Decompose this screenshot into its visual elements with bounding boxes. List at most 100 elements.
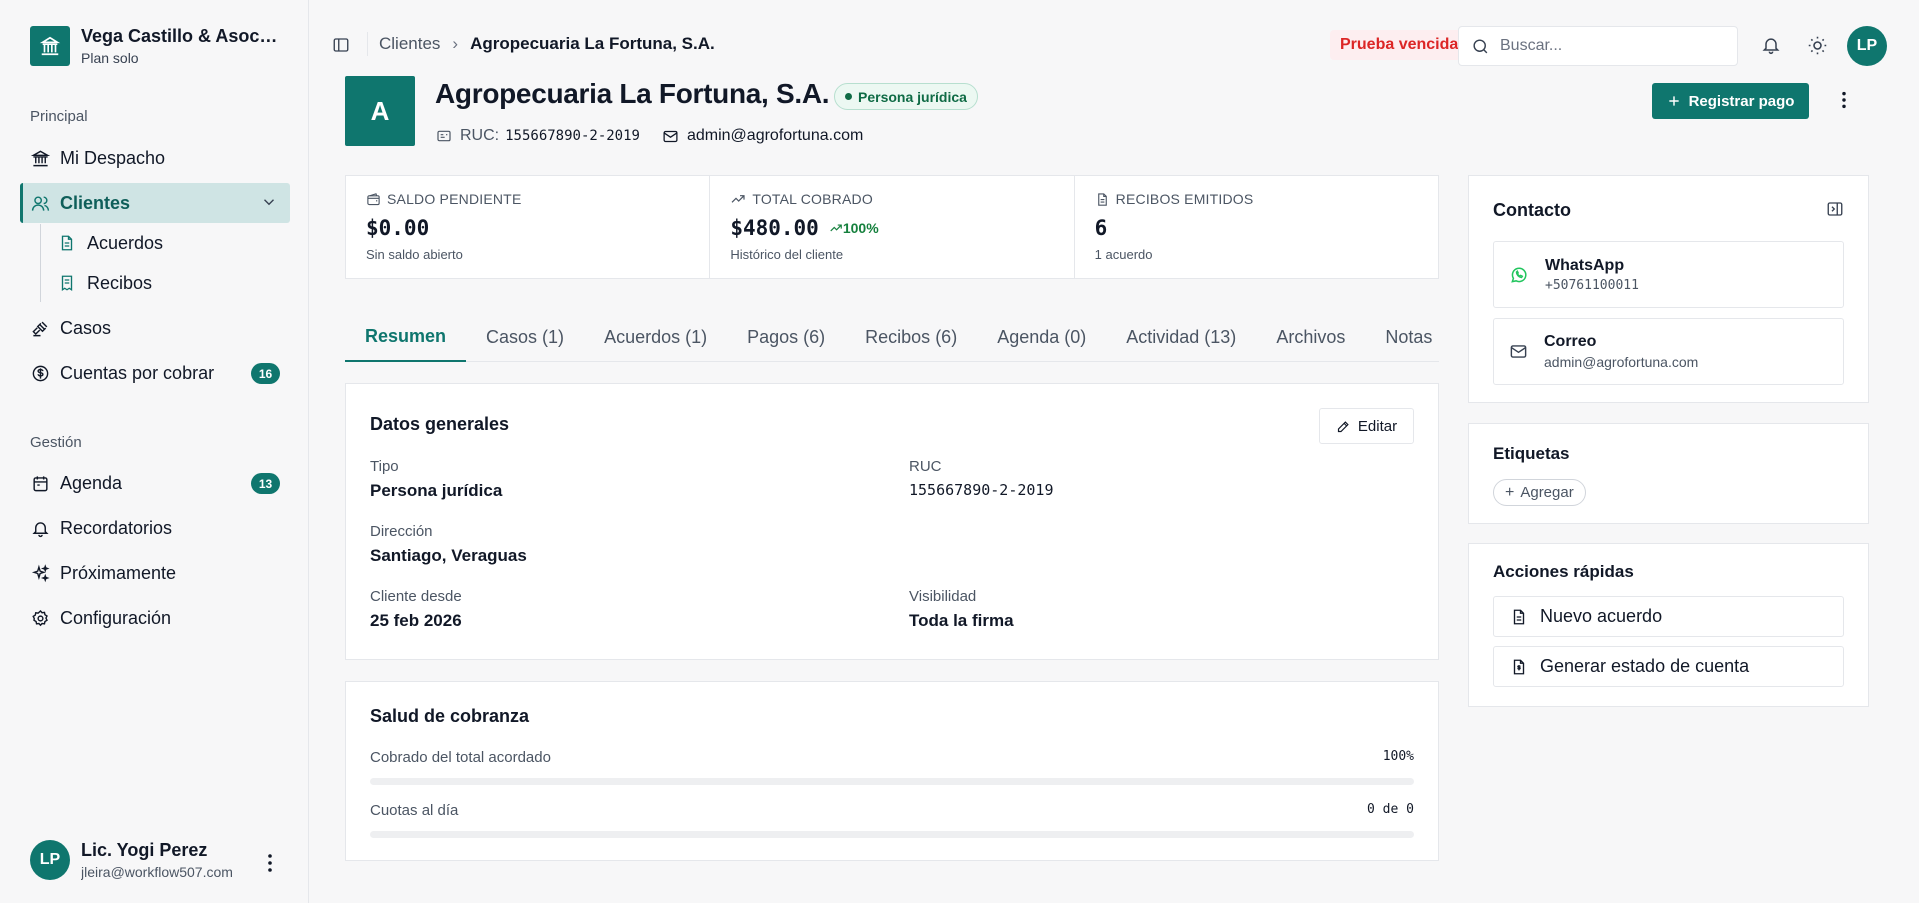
- trial-expired-badge[interactable]: Prueba vencida: [1330, 30, 1469, 60]
- user-profile[interactable]: LP Lic. Yogi Perez jleira@workflow507.co…: [30, 840, 251, 880]
- pencil-icon: [1337, 420, 1349, 432]
- plus-icon: +: [1505, 483, 1515, 501]
- mail-icon: [662, 128, 679, 145]
- progress-track: [370, 778, 1414, 785]
- workspace-plan: Plan solo: [81, 50, 139, 66]
- field-value: 25 feb 2026: [370, 611, 462, 630]
- stat-saldo-pendiente: Saldo pendiente $0.00 Sin saldo abierto: [346, 176, 711, 278]
- stat-sub: 1 acuerdo: [1094, 247, 1153, 262]
- sidebar-item-casos[interactable]: Casos: [20, 308, 290, 348]
- collection-health-card: Salud de cobranza Cobrado del total acor…: [345, 681, 1439, 861]
- sidebar-item-proximamente[interactable]: Próximamente: [20, 553, 290, 593]
- button-label: Agregar: [1520, 484, 1574, 501]
- plus-icon: [1667, 94, 1681, 108]
- card-title: Etiquetas: [1493, 444, 1570, 463]
- chevron-down-icon[interactable]: [260, 193, 278, 211]
- quick-actions-card: Acciones rápidas Nuevo acuerdo Generar e…: [1468, 543, 1869, 707]
- tab-resumen[interactable]: Resumen: [345, 312, 467, 362]
- field-ruc: RUC 155667890-2-2019: [909, 458, 1054, 499]
- document-icon: [1513, 609, 1525, 624]
- progress-value: 100%: [1382, 749, 1414, 764]
- panel-collapse-icon[interactable]: [1826, 200, 1844, 218]
- progress-fill: [370, 778, 1414, 785]
- sidebar-item-label: Mi Despacho: [60, 147, 166, 168]
- sidebar-toggle-icon[interactable]: [332, 36, 350, 54]
- edit-button[interactable]: Editar: [1319, 408, 1414, 444]
- page-title: Agropecuaria La Fortuna, S.A.: [435, 78, 830, 109]
- field-label: Visibilidad: [909, 588, 977, 605]
- stat-value: $0.00: [366, 216, 430, 240]
- contact-email[interactable]: Correo admin@agrofortuna.com: [1493, 318, 1844, 385]
- breadcrumb-current: Agropecuaria La Fortuna, S.A.: [470, 34, 715, 53]
- client-type-badge: Persona jurídica: [834, 83, 978, 110]
- sidebar-item-label: Recordatorios: [60, 517, 173, 538]
- file-dollar-icon: [1513, 659, 1525, 674]
- submenu-guide: [40, 224, 41, 302]
- id-card-icon: [436, 128, 452, 144]
- tab-recibos[interactable]: Recibos (6): [845, 312, 977, 362]
- search-icon: [1471, 37, 1490, 56]
- sidebar-item-mi-despacho[interactable]: Mi Despacho: [20, 138, 290, 178]
- tags-card: Etiquetas + Agregar: [1468, 423, 1869, 524]
- tab-pagos[interactable]: Pagos (6): [727, 312, 845, 362]
- contact-value: admin@agrofortuna.com: [1544, 354, 1699, 370]
- sidebar-item-label: Próximamente: [60, 562, 177, 583]
- field-cliente-desde: Cliente desde 25 feb 2026: [370, 588, 462, 631]
- sidebar-item-agenda[interactable]: Agenda 13: [20, 463, 290, 503]
- users-icon: [30, 193, 50, 213]
- tab-acuerdos[interactable]: Acuerdos (1): [584, 312, 727, 362]
- tab-notas[interactable]: Notas: [1365, 312, 1452, 362]
- search-box[interactable]: [1458, 26, 1738, 66]
- breadcrumb-separator: ›: [452, 34, 459, 53]
- sidebar-item-label: Acuerdos: [87, 232, 164, 253]
- more-vertical-icon[interactable]: [258, 851, 282, 875]
- sidebar-item-cuentas-por-cobrar[interactable]: Cuentas por cobrar 16: [20, 353, 290, 393]
- ruc-value: 155667890-2-2019: [505, 128, 640, 144]
- sidebar-item-configuracion[interactable]: Configuración: [20, 598, 290, 638]
- nav-section-gestion: Gestión: [30, 434, 82, 451]
- progress-label: Cuotas al día: [370, 802, 459, 819]
- field-value: Persona jurídica: [370, 481, 503, 500]
- stats-strip: Saldo pendiente $0.00 Sin saldo abierto …: [345, 175, 1439, 279]
- field-tipo: Tipo Persona jurídica: [370, 458, 502, 501]
- contact-whatsapp[interactable]: WhatsApp +50761100011: [1493, 241, 1844, 308]
- workspace-switcher[interactable]: Vega Castillo & Asociados Plan solo: [30, 26, 281, 66]
- avatar[interactable]: LP: [1847, 26, 1887, 66]
- tab-archivos[interactable]: Archivos: [1256, 312, 1365, 362]
- tab-casos[interactable]: Casos (1): [466, 312, 584, 362]
- field-value: Santiago, Veraguas: [370, 546, 527, 565]
- generate-statement-button[interactable]: Generar estado de cuenta: [1493, 646, 1844, 687]
- notifications-bell-icon[interactable]: [1761, 35, 1781, 55]
- stat-sub: Sin saldo abierto: [366, 247, 463, 262]
- sidebar-item-clientes[interactable]: Clientes: [20, 183, 290, 223]
- stat-delta: 100%: [829, 220, 879, 236]
- more-vertical-icon[interactable]: [1833, 89, 1855, 111]
- tab-actividad[interactable]: Actividad (13): [1106, 312, 1256, 362]
- stat-label: Total cobrado: [752, 191, 873, 207]
- register-payment-button[interactable]: Registrar pago: [1652, 83, 1809, 119]
- breadcrumb-clientes[interactable]: Clientes: [379, 34, 440, 54]
- contact-label: WhatsApp: [1545, 256, 1625, 274]
- sidebar-item-acuerdos[interactable]: Acuerdos: [58, 225, 163, 261]
- whatsapp-icon: [1509, 265, 1529, 285]
- field-label: Dirección: [370, 523, 433, 540]
- sidebar-item-label: Cuentas por cobrar: [60, 362, 215, 383]
- gear-icon: [30, 608, 50, 628]
- new-agreement-button[interactable]: Nuevo acuerdo: [1493, 596, 1844, 637]
- sidebar-item-recordatorios[interactable]: Recordatorios: [20, 508, 290, 548]
- tab-agenda[interactable]: Agenda (0): [977, 312, 1106, 362]
- topbar: Clientes › Agropecuaria La Fortuna, S.A.…: [310, 0, 1919, 70]
- client-type-label: Persona jurídica: [858, 88, 967, 105]
- count-badge: 16: [251, 363, 280, 384]
- sun-icon[interactable]: [1807, 35, 1828, 56]
- progress-value: 0 de 0: [1367, 802, 1414, 817]
- sidebar-item-recibos[interactable]: Recibos: [58, 265, 152, 301]
- field-value: 155667890-2-2019: [909, 481, 1054, 499]
- progress-cobrado: Cobrado del total acordado 100%: [370, 749, 1414, 785]
- client-email[interactable]: admin@agrofortuna.com: [687, 127, 863, 145]
- field-label: Tipo: [370, 458, 399, 475]
- search-input[interactable]: [1500, 37, 1720, 55]
- add-tag-button[interactable]: + Agregar: [1493, 479, 1586, 506]
- user-name: Lic. Yogi Perez: [81, 840, 208, 860]
- field-value: Toda la firma: [909, 611, 1014, 630]
